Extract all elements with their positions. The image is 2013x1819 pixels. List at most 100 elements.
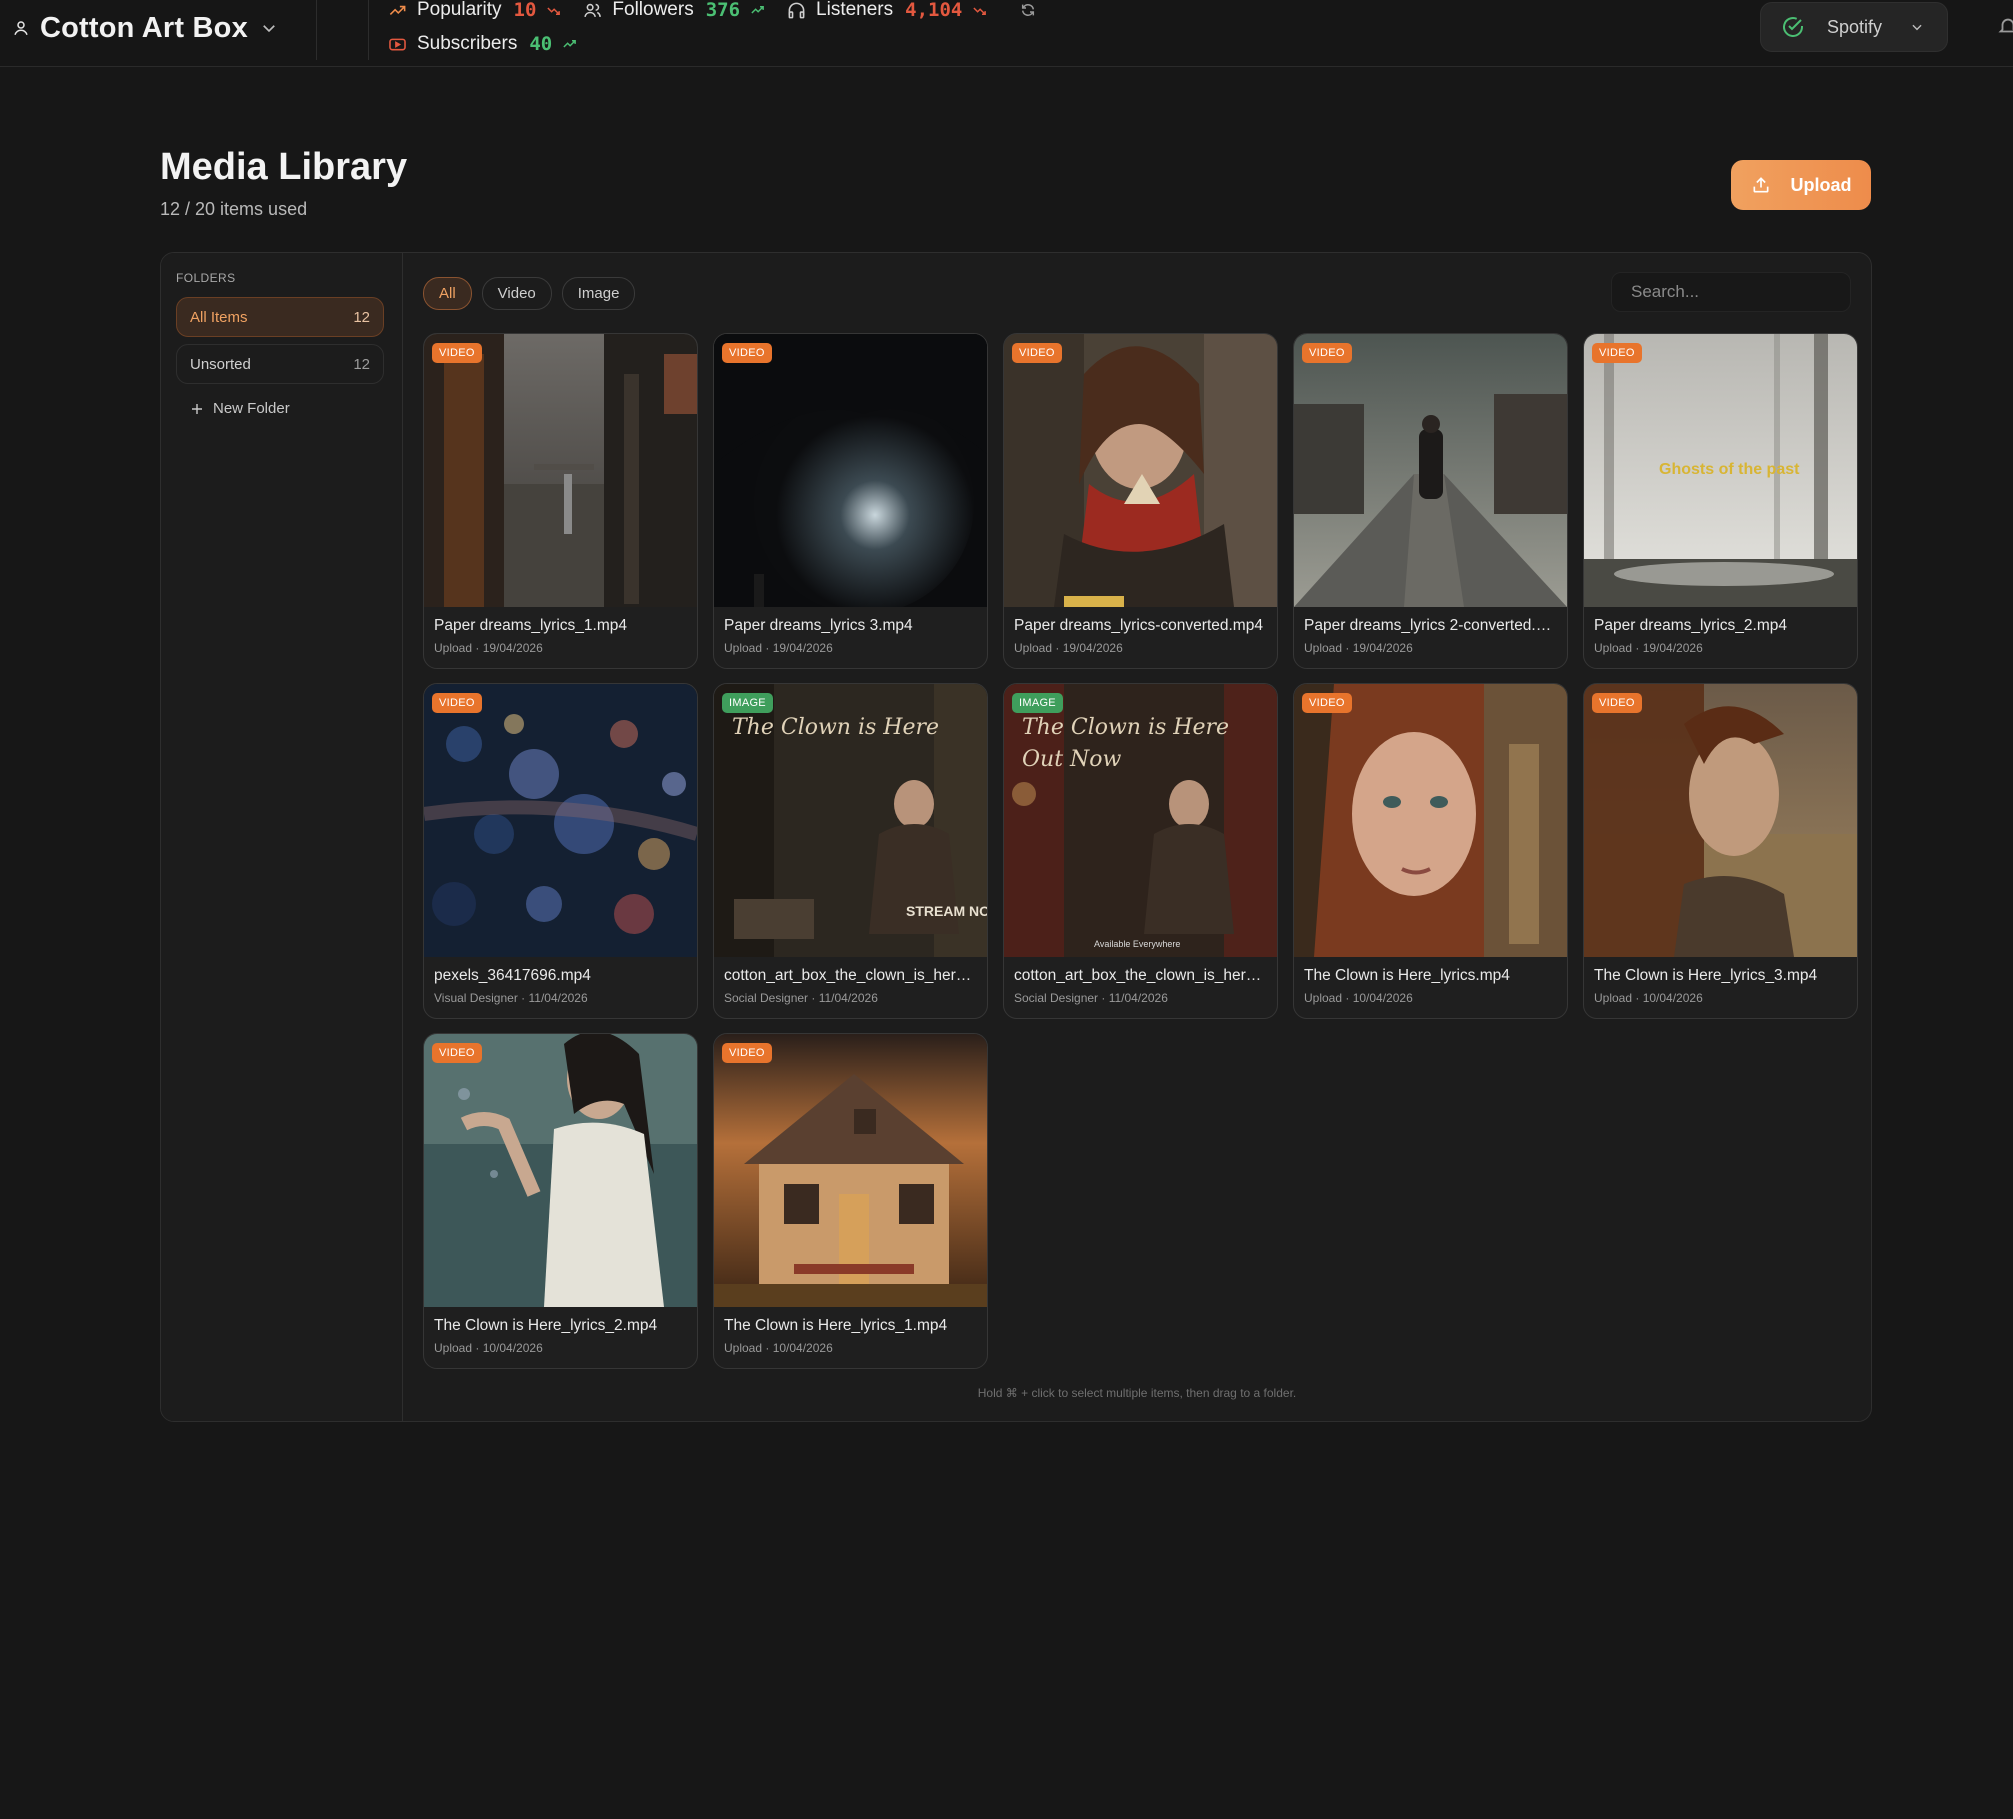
stat-value: 4,104	[905, 0, 963, 21]
svg-text:Ghosts of the past: Ghosts of the past	[1659, 461, 1800, 478]
folder-count: 12	[353, 355, 370, 373]
media-meta: Upload · 19/04/2026	[1594, 641, 1703, 655]
media-card[interactable]: VIDEO Paper dreams_lyrics_1.mp4 Upload · 1…	[423, 333, 698, 669]
media-type-badge: IMAGE	[722, 693, 773, 713]
media-meta: Social Designer · 11/04/2026	[1014, 991, 1168, 1005]
trend-down-icon	[547, 6, 561, 15]
media-card[interactable]: VIDEO Paper dreams_lyrics-converted.mp4 Up…	[1003, 333, 1278, 669]
media-card[interactable]: VIDEO The Clown is Here_lyrics.mp4 Upload …	[1293, 683, 1568, 1019]
trend-icon	[389, 5, 406, 15]
search-input[interactable]	[1611, 272, 1851, 312]
stat-listeners: Listeners 4,104	[787, 0, 987, 21]
media-thumbnail: The Clown is Here Out Now Available Ever…	[1004, 684, 1277, 957]
upload-label: Upload	[1790, 174, 1852, 195]
media-filename: Paper dreams_lyrics_1.mp4	[434, 617, 627, 634]
trend-down-icon	[973, 6, 987, 15]
chevron-down-icon	[263, 25, 275, 33]
media-filename: Paper dreams_lyrics_2.mp4	[1594, 617, 1787, 634]
media-type-badge: VIDEO	[1592, 343, 1642, 363]
media-type-badge: VIDEO	[1302, 343, 1352, 363]
media-type-badge: IMAGE	[1012, 693, 1063, 713]
artist-name: Cotton Art Box	[40, 11, 248, 44]
media-filename: Paper dreams_lyrics 2-converted.mp4	[1304, 617, 1557, 634]
media-type-badge: VIDEO	[432, 693, 482, 713]
media-meta: Social Designer · 11/04/2026	[724, 991, 878, 1005]
thumbnail-image	[714, 334, 987, 607]
thumbnail-image	[424, 684, 697, 957]
media-library-panel: FOLDERS All Items 12 Unsorted 12 New Fol…	[160, 252, 1872, 1422]
divider	[368, 0, 369, 60]
chevron-down-icon	[1912, 24, 1922, 31]
media-thumbnail	[424, 1034, 697, 1307]
folder-count: 12	[353, 308, 370, 326]
new-folder-label: New Folder	[213, 400, 290, 417]
media-type-badge: VIDEO	[432, 1043, 482, 1063]
media-card[interactable]: VIDEO The Clown is Here_lyrics_3.mp4 Uploa…	[1583, 683, 1858, 1019]
stat-label: Popularity	[417, 0, 502, 20]
upload-icon	[1753, 177, 1768, 193]
stat-label: Followers	[612, 0, 694, 20]
folder-all-items[interactable]: All Items 12	[176, 297, 384, 337]
media-filename: cotton_art_box_the_clown_is_here_out_now…	[1014, 967, 1267, 984]
media-filename: The Clown is Here_lyrics.mp4	[1304, 967, 1510, 984]
media-card[interactable]: VIDEO Paper dreams_lyrics 3.mp4 Upload · 1…	[713, 333, 988, 669]
svg-text:Available Everywhere: Available Everywhere	[1094, 939, 1180, 949]
plus-icon	[192, 403, 202, 414]
media-meta: Upload · 10/04/2026	[1304, 991, 1413, 1005]
media-type-badge: VIDEO	[1592, 693, 1642, 713]
svg-text:STREAM NOW: STREAM NOW	[906, 903, 987, 919]
multi-select-hint: Hold ⌘ + click to select multiple items,…	[977, 1386, 1297, 1400]
folder-unsorted[interactable]: Unsorted 12	[176, 344, 384, 384]
media-filename: The Clown is Here_lyrics_3.mp4	[1594, 967, 1818, 984]
media-card[interactable]: The Clown is Here STREAM NOWIMAGEcotton_…	[713, 683, 988, 1019]
media-type-badge: VIDEO	[722, 343, 772, 363]
media-card[interactable]: Ghosts of the past VIDEO Paper dreams_lyri…	[1583, 333, 1858, 669]
media-card[interactable]: VIDEO The Clown is Here_lyrics_2.mp4 Uploa…	[423, 1033, 698, 1369]
media-type-badge: VIDEO	[432, 343, 482, 363]
media-type-badge: VIDEO	[1302, 693, 1352, 713]
media-meta: Upload · 10/04/2026	[434, 1341, 543, 1355]
stat-popularity: Popularity 10	[388, 0, 561, 21]
trend-up-icon	[751, 5, 764, 14]
youtube-icon	[389, 38, 406, 50]
refresh-icon[interactable]	[1020, 2, 1036, 18]
svg-text:The Clown is Here: The Clown is Here	[732, 715, 939, 740]
media-meta: Visual Designer · 11/04/2026	[434, 991, 588, 1005]
folder-label: Unsorted	[190, 355, 251, 373]
stat-subscribers: Subscribers 40	[388, 33, 577, 55]
stats-row: Popularity 10 Followers 376 Listeners 4,104	[388, 0, 1009, 22]
media-card[interactable]: VIDEO pexels_36417696.mp4 Visual Designer …	[423, 683, 698, 1019]
media-filename: pexels_36417696.mp4	[434, 967, 591, 984]
media-filename: The Clown is Here_lyrics_2.mp4	[434, 1317, 658, 1334]
folder-sidebar: FOLDERS All Items 12 Unsorted 12 New Fol…	[161, 253, 403, 1421]
divider	[316, 0, 317, 60]
media-meta: Upload · 10/04/2026	[1594, 991, 1703, 1005]
media-card[interactable]: VIDEO Paper dreams_lyrics 2-converted.mp4…	[1293, 333, 1568, 669]
stat-followers: Followers 376	[583, 0, 765, 21]
platform-name: Spotify	[1827, 16, 1883, 37]
media-card[interactable]: The Clown is Here Out Now Available Ever…	[1003, 683, 1278, 1019]
new-folder-button[interactable]: New Folder	[191, 400, 290, 417]
page-title: Media Library	[160, 146, 408, 188]
users-icon	[584, 3, 602, 17]
platform-selector[interactable]: Spotify	[1760, 2, 1948, 52]
stat-label: Subscribers	[417, 33, 518, 54]
media-filename: Paper dreams_lyrics 3.mp4	[724, 617, 913, 634]
upload-button[interactable]: Upload	[1731, 160, 1871, 210]
svg-text:The Clown is Here: The Clown is Here	[1022, 715, 1229, 740]
media-filename: cotton_art_box_the_clown_is_here.png	[724, 967, 977, 984]
stats-row-secondary: Subscribers 40	[388, 32, 599, 56]
artist-switcher[interactable]: Cotton Art Box	[12, 8, 278, 48]
headphones-icon	[788, 2, 805, 18]
thumbnail-image	[1004, 334, 1277, 607]
thumbnail-image	[714, 1034, 987, 1307]
media-thumbnail	[424, 334, 697, 607]
media-thumbnail: The Clown is Here STREAM NOW	[714, 684, 987, 957]
filter-chip-image[interactable]: Image	[561, 277, 636, 310]
type-filter: All Video Image	[423, 277, 636, 310]
bell-icon[interactable]	[1997, 14, 2013, 38]
media-meta: Upload · 19/04/2026	[724, 641, 833, 655]
filter-chip-all[interactable]: All	[423, 277, 472, 310]
media-card[interactable]: VIDEO The Clown is Here_lyrics_1.mp4 Uploa…	[713, 1033, 988, 1369]
filter-chip-video[interactable]: Video	[481, 277, 552, 310]
